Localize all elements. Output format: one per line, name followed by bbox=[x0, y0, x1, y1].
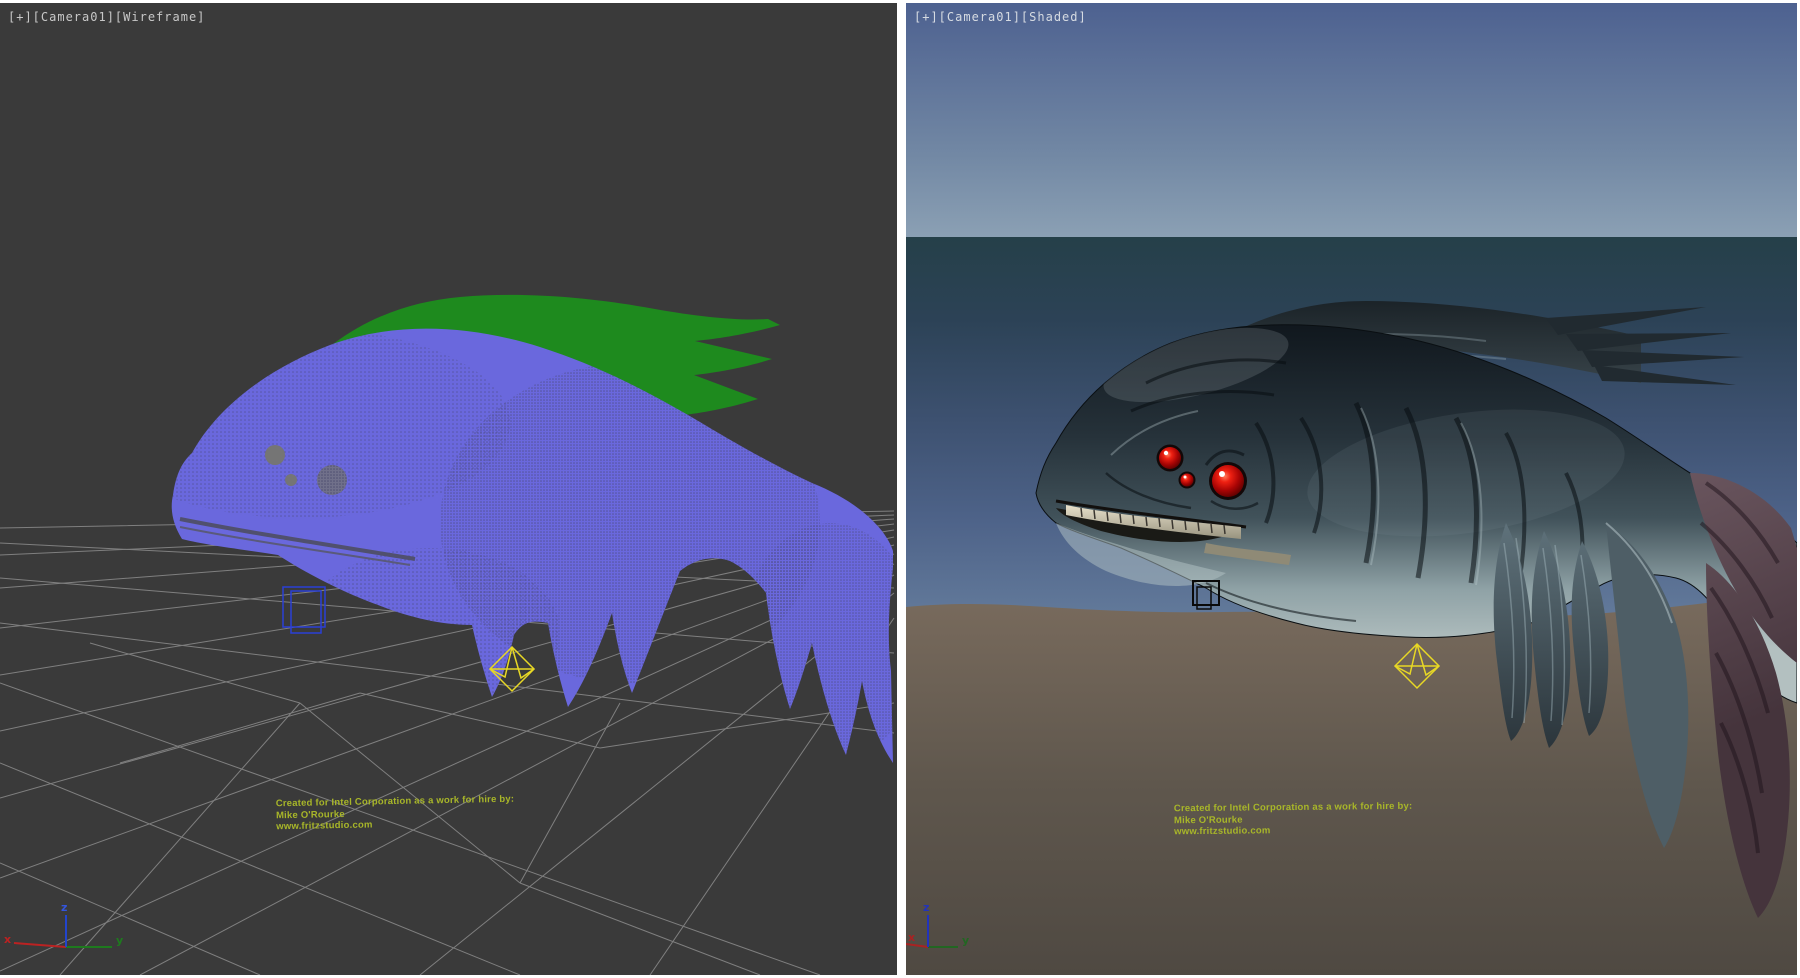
fish-eye-spot bbox=[285, 474, 297, 486]
credit-text: Created for Intel Corporation as a work … bbox=[276, 794, 515, 833]
axis-x-label: x bbox=[4, 933, 11, 946]
axis-y-label: y bbox=[962, 934, 969, 947]
axis-z-label: z bbox=[61, 901, 67, 914]
axis-x-label: x bbox=[908, 931, 915, 944]
viewport-label-shaded[interactable]: [+][Camera01][Shaded] bbox=[914, 10, 1087, 24]
viewport-shaded[interactable]: x y z Created for Intel Corporation as a… bbox=[906, 3, 1797, 975]
fish-eye-spot bbox=[265, 445, 285, 465]
axis-y-label: y bbox=[116, 934, 123, 947]
axis-z-label: z bbox=[923, 901, 929, 914]
credit-text: Created for Intel Corporation as a work … bbox=[1174, 801, 1413, 838]
viewport-label-wireframe[interactable]: [+][Camera01][Wireframe] bbox=[8, 10, 205, 24]
viewport-wireframe[interactable]: x y z Created for Intel Corporation as a… bbox=[0, 3, 897, 975]
sky-background bbox=[906, 3, 1797, 237]
